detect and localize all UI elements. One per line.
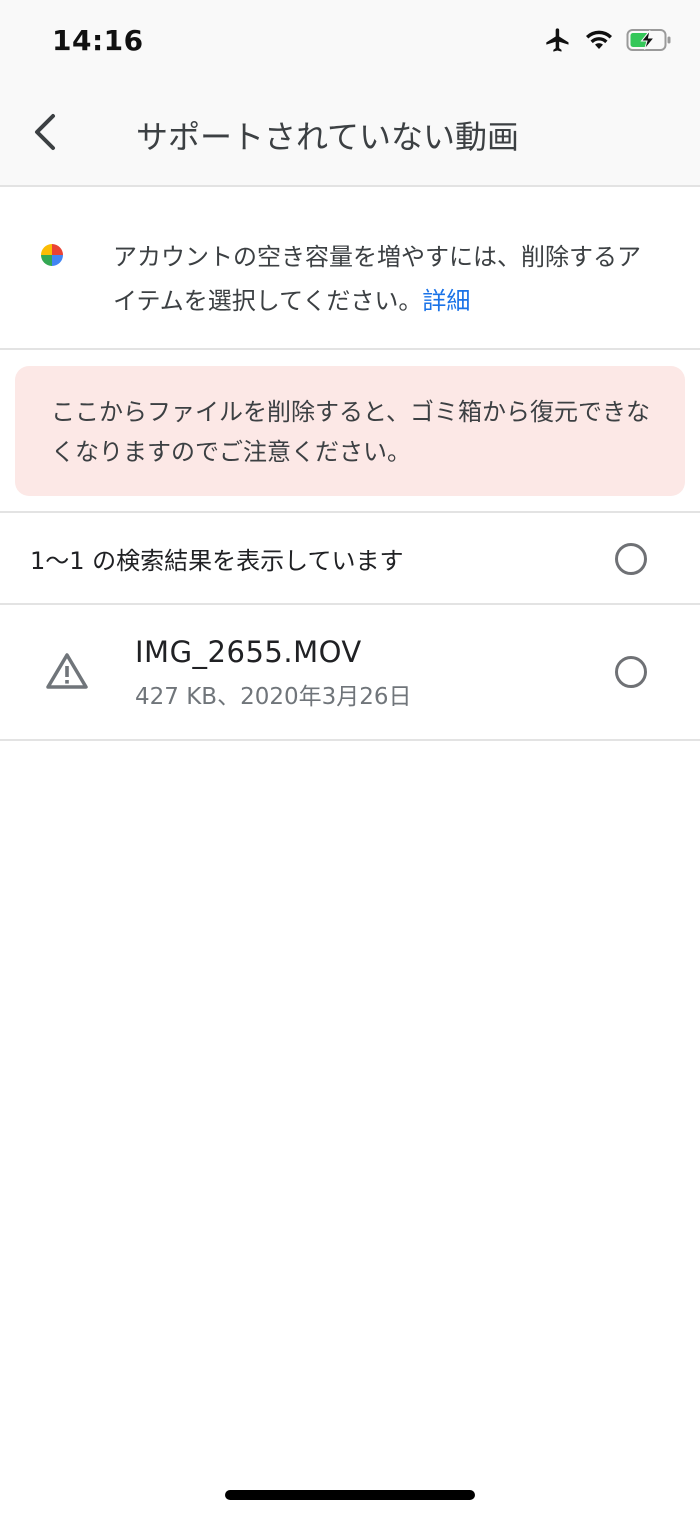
back-button[interactable]	[22, 108, 70, 160]
details-link[interactable]: 詳細	[422, 287, 470, 315]
file-select-radio[interactable]	[615, 656, 647, 688]
warning-triangle-icon	[44, 651, 90, 691]
results-summary-row: 1〜1 の検索結果を表示しています	[0, 513, 700, 603]
battery-charging-icon	[626, 28, 672, 56]
wifi-icon	[584, 27, 614, 57]
list-item[interactable]: IMG_2655.MOV 427 KB、2020年3月26日	[0, 605, 700, 739]
airplane-icon	[544, 26, 572, 58]
status-icons	[544, 26, 672, 58]
select-all-radio[interactable]	[615, 543, 647, 575]
chevron-left-icon	[31, 112, 61, 156]
divider	[0, 739, 700, 741]
info-section: アカウントの空き容量を増やすには、削除するアイテムを選択してください。詳細	[0, 187, 700, 350]
warning-text: ここからファイルを削除すると、ゴミ箱から復元できなくなりますのでご注意ください。	[51, 398, 651, 466]
status-time: 14:16	[52, 24, 144, 57]
home-indicator[interactable]	[225, 1490, 475, 1500]
google-photos-pinwheel-icon	[30, 233, 74, 277]
app-header: 14:16 サポートされていない動画	[0, 0, 700, 187]
file-name: IMG_2655.MOV	[135, 635, 362, 669]
warning-banner: ここからファイルを削除すると、ゴミ箱から復元できなくなりますのでご注意ください。	[15, 366, 685, 496]
info-text: アカウントの空き容量を増やすには、削除するアイテムを選択してください。詳細	[113, 235, 653, 323]
file-meta: 427 KB、2020年3月26日	[135, 684, 412, 710]
page-title: サポートされていない動画	[136, 118, 520, 156]
info-message: アカウントの空き容量を増やすには、削除するアイテムを選択してください。	[113, 243, 641, 315]
results-summary: 1〜1 の検索結果を表示しています	[30, 547, 404, 575]
